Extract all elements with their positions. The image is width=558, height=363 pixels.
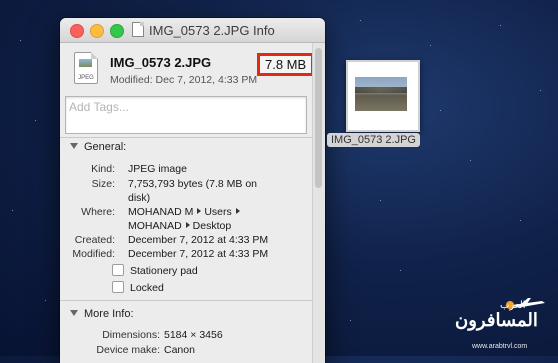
document-icon [132,22,144,37]
divider [60,300,325,301]
modified-header: Modified: Dec 7, 2012, 4:33 PM [110,74,258,86]
more-info-section-toggle[interactable]: More Info: [70,308,134,320]
path-arrow-icon [197,208,202,214]
desktop-file-icon[interactable] [346,60,420,132]
close-button[interactable] [70,24,84,38]
info-window: IMG_0573 2.JPG Info JPEG IMG_0573 2.JPG … [60,18,325,363]
scrollbar-thumb[interactable] [315,48,322,188]
file-name: IMG_0573 2.JPG [110,55,212,70]
watermark-url: www.arabtrvl.com [472,343,528,350]
general-section-toggle[interactable]: General: [70,141,126,153]
window-title: IMG_0573 2.JPG Info [132,22,275,38]
zoom-button[interactable] [110,24,124,38]
tags-field[interactable]: Add Tags... [65,96,307,134]
divider [60,137,325,138]
minimize-button[interactable] [90,24,104,38]
checkbox-box[interactable] [112,281,124,293]
scrollbar[interactable] [312,43,325,363]
watermark-arabic: المسافرون [455,310,538,330]
jpeg-file-icon: JPEG [74,52,98,84]
desktop-file-label[interactable]: IMG_0573 2.JPG [327,133,420,147]
path-arrow-icon [185,222,190,228]
title-bar[interactable]: IMG_0573 2.JPG Info [60,18,325,43]
locked-checkbox[interactable]: Locked [112,281,164,294]
stationery-pad-checkbox[interactable]: Stationery pad [112,264,198,277]
disclosure-triangle-icon [70,143,78,149]
disclosure-triangle-icon [70,310,78,316]
checkbox-box[interactable] [112,264,124,276]
tags-placeholder: Add Tags... [69,100,129,114]
photo-thumbnail [355,77,407,111]
path-arrow-icon [235,208,240,214]
file-size-highlight: 7.8 MB [257,53,315,76]
